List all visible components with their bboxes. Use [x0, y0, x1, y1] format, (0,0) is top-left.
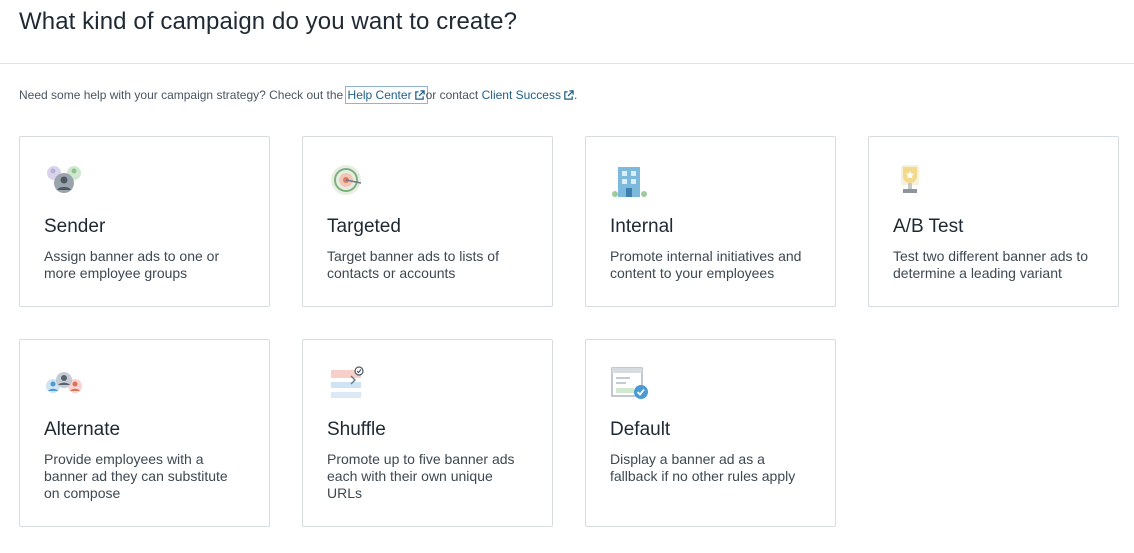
campaign-card-ab-test[interactable]: A/B Test Test two different banner ads t… [868, 136, 1119, 307]
stacked-banners-icon [331, 366, 364, 398]
help-center-link[interactable]: Help Center [344, 86, 428, 104]
help-text-prefix: Need some help with your campaign strate… [19, 88, 344, 102]
page-title: What kind of campaign do you want to cre… [19, 8, 518, 35]
card-description: Promote internal initiatives and content… [610, 248, 802, 281]
campaign-card-sender[interactable]: Sender Assign banner ads to one or more … [19, 136, 270, 307]
people-swap-icon [46, 372, 82, 393]
help-text: Need some help with your campaign strate… [19, 86, 578, 104]
card-title: Internal [610, 216, 674, 237]
target-icon [331, 165, 362, 195]
building-icon [612, 167, 647, 197]
page-header: What kind of campaign do you want to cre… [0, 0, 1134, 64]
help-text-middle: or contact [425, 88, 479, 102]
card-title: Default [610, 419, 671, 440]
card-description: Test two different banner ads to determi… [893, 248, 1089, 281]
help-center-label: Help Center [347, 88, 412, 102]
campaign-card-shuffle[interactable]: Shuffle Promote up to five banner ads ea… [302, 339, 553, 527]
card-description: Display a banner ad as a fallback if no … [610, 451, 796, 484]
card-description: Promote up to five banner ads each with … [327, 451, 515, 501]
people-group-icon [47, 166, 81, 193]
card-description: Assign banner ads to one or more employe… [44, 248, 220, 281]
card-title: A/B Test [893, 216, 964, 237]
campaign-card-alternate[interactable]: Alternate Provide employees with a banne… [19, 339, 270, 527]
campaign-card-default[interactable]: Default Display a banner ad as a fallbac… [585, 339, 836, 527]
campaign-card-internal[interactable]: Internal Promote internal initiatives an… [585, 136, 836, 307]
card-title: Alternate [44, 419, 121, 440]
client-success-label: Client Success [481, 88, 561, 102]
card-title: Shuffle [327, 419, 386, 440]
card-description: Target banner ads to lists of contacts o… [327, 248, 499, 281]
window-check-icon [611, 367, 648, 399]
campaign-card-targeted[interactable]: Targeted Target banner ads to lists of c… [302, 136, 553, 307]
trophy-icon [901, 165, 919, 193]
external-link-icon [564, 89, 574, 100]
card-description: Provide employees with a banner ad they … [44, 451, 228, 501]
external-link-icon [414, 89, 425, 100]
help-text-suffix: . [573, 88, 578, 102]
card-title: Targeted [327, 216, 401, 237]
client-success-link[interactable]: Client Success [482, 88, 574, 102]
card-title: Sender [44, 216, 106, 237]
